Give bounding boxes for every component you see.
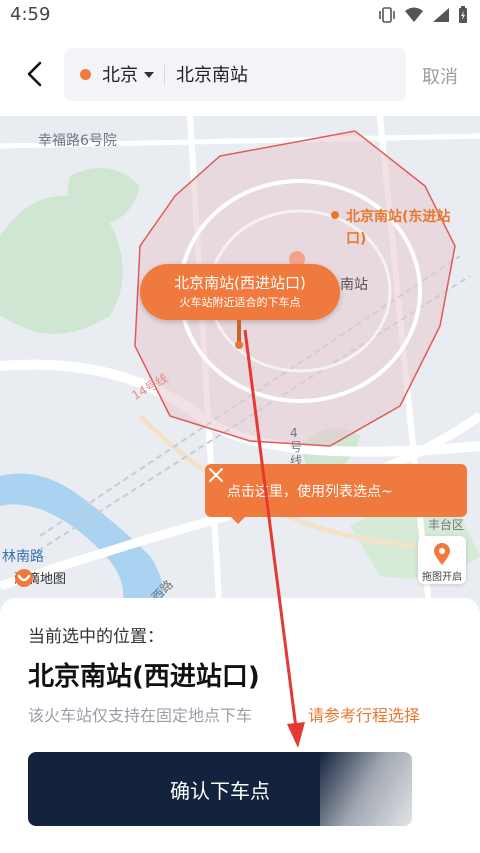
search-box[interactable]: 北京 北京南站 [64, 48, 406, 101]
signal-icon [433, 8, 449, 22]
list-select-tip[interactable]: 点击这里，使用列表选点~ [205, 464, 467, 517]
chevron-left-icon [27, 61, 42, 87]
road-label: 林南路 [2, 549, 44, 565]
poi-east-entrance[interactable]: 北京南站(东进站口) [346, 206, 466, 250]
back-button[interactable] [18, 58, 50, 90]
pin-title: 北京南站(西进站口) [174, 274, 306, 292]
wifi-icon [405, 7, 423, 22]
status-bar: 4:59 [0, 0, 480, 36]
vibrate-icon [379, 7, 395, 23]
district-label: 丰台区 [428, 518, 465, 532]
pin-dot [235, 341, 243, 349]
reference-link[interactable]: 请参考行程选择 [308, 702, 420, 726]
caret-down-icon[interactable] [144, 72, 154, 78]
search-divider [164, 65, 165, 85]
pin-subtitle: 火车站附近适合的下车点 [179, 296, 301, 309]
confirm-dropoff-label: 确认下车点 [170, 778, 270, 803]
map-canvas [0, 116, 480, 616]
tip-text: 点击这里，使用列表选点~ [227, 484, 393, 500]
pickup-pin-bubble[interactable]: 北京南站(西进站口) 火车站附近适合的下车点 [140, 264, 340, 320]
status-time: 4:59 [10, 4, 51, 25]
bottom-sheet: 当前选中的位置： 北京南站(西进站口) 该火车站仅支持在固定地点下车 请参考行程… [0, 598, 480, 853]
selected-location-title: 北京南站(西进站口) [28, 662, 260, 692]
button-fade-overlay [320, 752, 440, 832]
pin-stem [237, 320, 241, 342]
station-note: 该火车站仅支持在固定地点下车 [28, 706, 253, 725]
map-street-label: 幸福路6号院 [38, 133, 117, 149]
location-pin-icon [434, 543, 450, 565]
search-input[interactable]: 北京南站 [176, 61, 248, 87]
didi-logo-icon [15, 569, 33, 587]
map-view[interactable]: 幸福路6号院 北京南站(东进站口) 南站 14号线 4号线 丰台区 林南路 西路… [0, 116, 480, 616]
search-header: 北京 北京南站 取消 [0, 36, 480, 116]
cancel-button[interactable]: 取消 [422, 63, 458, 89]
battery-icon [459, 6, 467, 23]
drag-open-label: 拖图开启 [422, 572, 462, 583]
tip-arrow [230, 516, 246, 524]
city-selector[interactable]: 北京 [102, 61, 138, 87]
station-label: 南站 [340, 277, 368, 293]
city-dot-icon [80, 69, 91, 80]
map-logo: 滴滴地图 [14, 568, 66, 587]
line-label-4: 4号线 [290, 426, 303, 468]
drag-open-button[interactable]: 拖图开启 [418, 536, 466, 584]
selected-location-caption: 当前选中的位置： [28, 627, 164, 647]
close-icon[interactable] [205, 464, 227, 486]
status-icons [378, 6, 468, 24]
